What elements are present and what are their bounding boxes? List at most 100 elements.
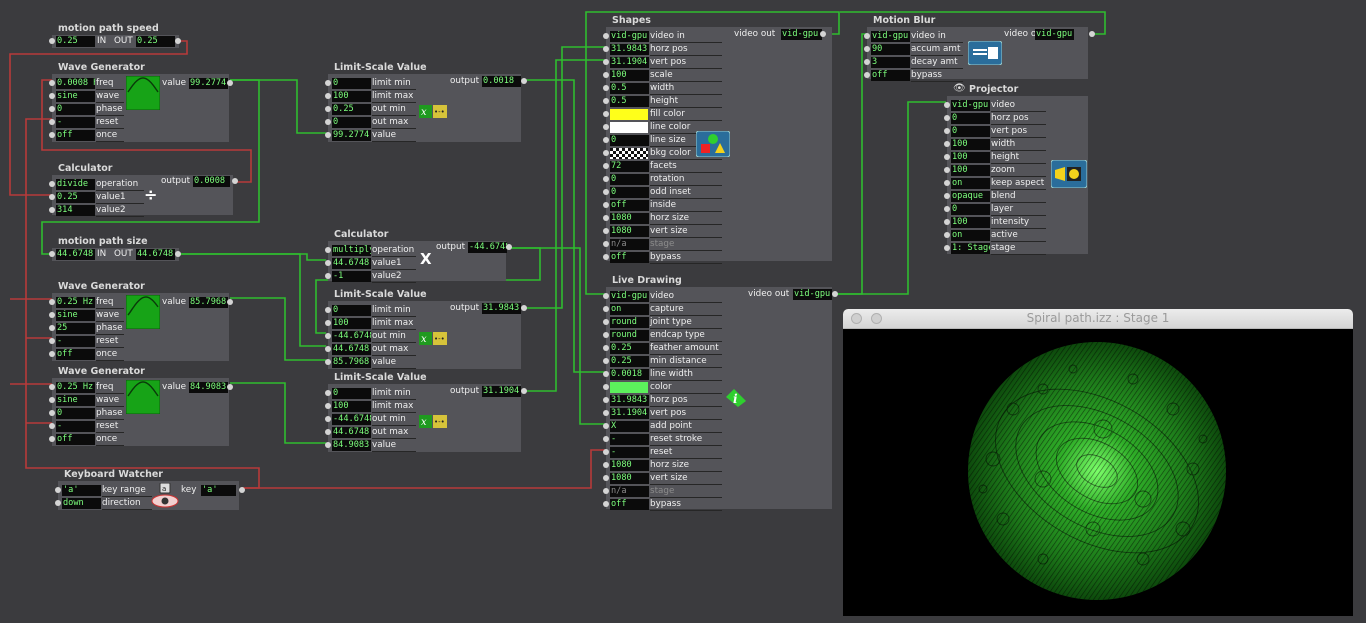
- blur-value-field[interactable]: off: [871, 70, 910, 81]
- input-port[interactable]: [49, 106, 55, 112]
- lsv2-value-field[interactable]: 100: [332, 318, 371, 329]
- lsv3-value-field[interactable]: 100: [332, 401, 371, 412]
- input-port[interactable]: [325, 132, 331, 138]
- input-port[interactable]: [325, 119, 331, 125]
- stage-titlebar[interactable]: Spiral path.izz : Stage 1: [843, 309, 1353, 329]
- output-port[interactable]: [521, 388, 527, 394]
- input-port[interactable]: [49, 38, 55, 44]
- calc2-actor[interactable]: Calculator multiply operation 44.6748 value1…: [325, 229, 512, 283]
- input-port[interactable]: [325, 93, 331, 99]
- live-actor[interactable]: Live Drawing vid-gpu video on capture round jo…: [603, 275, 838, 511]
- projector-value-field[interactable]: 0: [951, 113, 990, 124]
- shapes-value-field[interactable]: 1080: [610, 213, 649, 224]
- output-port[interactable]: [227, 384, 233, 390]
- shapes-value-field[interactable]: 31.1904: [610, 57, 649, 68]
- lsv2-value-field[interactable]: -44.6748: [332, 331, 371, 342]
- input-port[interactable]: [49, 397, 55, 403]
- wave1-value-field[interactable]: -: [56, 117, 95, 128]
- input-port[interactable]: [603, 98, 609, 104]
- shapes-value-field[interactable]: 0: [610, 187, 649, 198]
- motion_size-actor[interactable]: motion path size 44.6748 IN OUT 44.6748: [49, 236, 181, 261]
- input-port[interactable]: [325, 106, 331, 112]
- keyboard-value-field[interactable]: down: [62, 498, 101, 509]
- input-port[interactable]: [603, 46, 609, 52]
- shapes-value-field[interactable]: 0.5: [610, 96, 649, 107]
- wave3-value-field[interactable]: sine: [56, 395, 95, 406]
- output-port[interactable]: [1089, 31, 1095, 37]
- wave3-value-field[interactable]: 0: [56, 408, 95, 419]
- shapes-value-field[interactable]: 72: [610, 161, 649, 172]
- output-port[interactable]: [175, 38, 181, 44]
- calc2-value-field[interactable]: -1: [332, 271, 371, 282]
- input-port[interactable]: [603, 449, 609, 455]
- input-port[interactable]: [325, 320, 331, 326]
- output-port[interactable]: [227, 299, 233, 305]
- input-port[interactable]: [603, 137, 609, 143]
- projector-value-field[interactable]: 100: [951, 152, 990, 163]
- live-value-field[interactable]: 0.25: [610, 343, 649, 354]
- projector-value-field[interactable]: 100: [951, 165, 990, 176]
- projector-value-field[interactable]: 0: [951, 126, 990, 137]
- motion_speed-actor[interactable]: motion path speed 0.25 IN OUT 0.25: [49, 23, 181, 48]
- input-port[interactable]: [603, 488, 609, 494]
- live-value-field[interactable]: X: [610, 421, 649, 432]
- input-port[interactable]: [325, 416, 331, 422]
- lsv3-value-field[interactable]: 44.6748: [332, 427, 371, 438]
- input-port[interactable]: [603, 85, 609, 91]
- output-port[interactable]: [175, 251, 181, 257]
- input-port[interactable]: [325, 333, 331, 339]
- input-port[interactable]: [603, 111, 609, 117]
- calc2-value-field[interactable]: 44.6748: [332, 258, 371, 269]
- shapes-value-field[interactable]: off: [610, 252, 649, 263]
- line-color-swatch[interactable]: [610, 122, 648, 133]
- lsv2-actor[interactable]: Limit-Scale Value 0 limit min 100 limit max -…: [325, 289, 527, 369]
- input-port[interactable]: [944, 154, 950, 160]
- input-port[interactable]: [49, 132, 55, 138]
- input-port[interactable]: [325, 273, 331, 279]
- stage-window[interactable]: Spiral path.izz : Stage 1: [843, 309, 1353, 616]
- input-port[interactable]: [944, 167, 950, 173]
- input-port[interactable]: [944, 128, 950, 134]
- input-port[interactable]: [944, 245, 950, 251]
- lsv3-value-field[interactable]: -44.6748: [332, 414, 371, 425]
- input-port[interactable]: [603, 189, 609, 195]
- live-value-field[interactable]: off: [610, 499, 649, 510]
- input-port[interactable]: [325, 346, 331, 352]
- projector-value-field[interactable]: opaque: [951, 191, 990, 202]
- live-value-field[interactable]: -: [610, 434, 649, 445]
- input-port[interactable]: [603, 254, 609, 260]
- input-port[interactable]: [603, 176, 609, 182]
- shapes-actor[interactable]: Shapes vid-gpu video in 31.9843 horz pos 31.1…: [603, 15, 832, 264]
- shapes-value-field[interactable]: 100: [610, 70, 649, 81]
- blur-value-field[interactable]: 3: [871, 57, 910, 68]
- wave3-value-field[interactable]: off: [56, 434, 95, 445]
- blur-actor[interactable]: Motion Blur vid-gpu video in 90 accum amt 3 de…: [864, 15, 1095, 82]
- shapes-value-field[interactable]: 31.9843: [610, 44, 649, 55]
- draw-color-swatch[interactable]: [610, 382, 648, 393]
- lsv2-value-field[interactable]: 85.7968: [332, 357, 371, 368]
- input-port[interactable]: [603, 384, 609, 390]
- projector-value-field[interactable]: 1: Stage: [951, 243, 990, 254]
- calc1-actor[interactable]: Calculator divide operation 0.25 value1 314 va…: [49, 163, 238, 217]
- projector-value-field[interactable]: on: [951, 178, 990, 189]
- lsv3-value-field[interactable]: 84.9083: [332, 440, 371, 451]
- input-port[interactable]: [944, 219, 950, 225]
- calc1-value-field[interactable]: 0.25: [56, 192, 95, 203]
- live-value-field[interactable]: n/a: [610, 486, 649, 497]
- input-port[interactable]: [944, 180, 950, 186]
- shapes-value-field[interactable]: off: [610, 200, 649, 211]
- wave3-value-field[interactable]: -: [56, 421, 95, 432]
- input-port[interactable]: [49, 338, 55, 344]
- live-value-field[interactable]: on: [610, 304, 649, 315]
- lsv3-actor[interactable]: Limit-Scale Value 0 limit min 100 limit max -…: [325, 372, 527, 452]
- input-port[interactable]: [49, 423, 55, 429]
- input-port[interactable]: [603, 358, 609, 364]
- projector-value-field[interactable]: vid-gpu: [951, 100, 990, 111]
- speed-in-value[interactable]: 0.25: [56, 36, 95, 47]
- wave2-value-field[interactable]: sine: [56, 310, 95, 321]
- input-port[interactable]: [603, 215, 609, 221]
- input-port[interactable]: [603, 163, 609, 169]
- input-port[interactable]: [864, 46, 870, 52]
- shapes-value-field[interactable]: 0: [610, 135, 649, 146]
- input-port[interactable]: [944, 102, 950, 108]
